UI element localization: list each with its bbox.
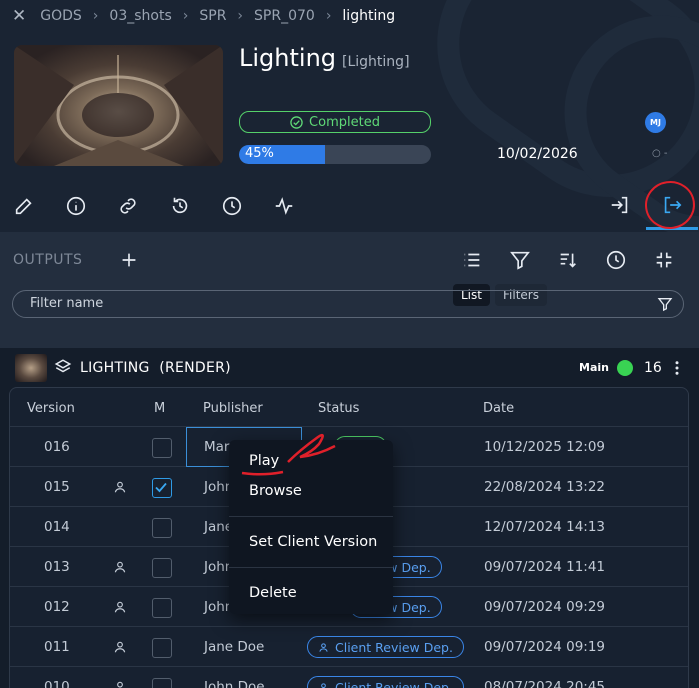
main-version-checkbox[interactable]: [152, 478, 172, 498]
column-header-date[interactable]: Date: [483, 401, 514, 416]
status-label: Client Review Dep.: [335, 680, 453, 688]
clock-icon[interactable]: [605, 249, 627, 271]
user-icon: [113, 600, 127, 614]
logout-icon[interactable]: [661, 194, 683, 216]
menu-item-set-client-version[interactable]: Set Client Version: [249, 534, 377, 550]
chevron-right-icon: ›: [237, 8, 243, 24]
due-date: 10/02/2026: [497, 146, 578, 162]
menu-divider: [229, 516, 393, 517]
breadcrumb-item[interactable]: 03_shots: [109, 8, 171, 24]
date-cell: 08/07/2024 20:45: [484, 679, 605, 688]
task-thumbnail[interactable]: [14, 45, 223, 166]
column-header-version[interactable]: Version: [27, 401, 75, 416]
user-icon: [113, 640, 127, 654]
status-label: Client Review Dep.: [335, 640, 453, 655]
context-menu: Play Browse Set Client Version Delete: [229, 440, 393, 614]
column-header-status[interactable]: Status: [318, 401, 359, 416]
status-badge[interactable]: Completed: [239, 111, 431, 133]
column-header-m[interactable]: M: [154, 401, 165, 416]
layers-icon: [54, 358, 72, 376]
collapse-icon[interactable]: [653, 249, 675, 271]
user-icon: [113, 480, 127, 494]
publisher-cell: Jane Doe: [204, 639, 264, 655]
version-cell: 014: [44, 519, 70, 535]
user-icon: [113, 680, 127, 688]
section-thumbnail: [15, 354, 47, 382]
more-vertical-icon[interactable]: [668, 359, 686, 377]
progress-label: 45%: [245, 146, 274, 161]
main-version-checkbox[interactable]: [152, 438, 172, 458]
edit-icon[interactable]: [13, 195, 35, 217]
status-label: Completed: [309, 115, 380, 130]
info-icon[interactable]: [65, 195, 87, 217]
clock-icon[interactable]: [221, 195, 243, 217]
main-version-checkbox[interactable]: [152, 558, 172, 578]
main-version-checkbox[interactable]: [152, 638, 172, 658]
date-cell: 12/07/2024 14:13: [484, 519, 605, 535]
outputs-label: OUTPUTS: [13, 252, 82, 268]
date-cell: 09/07/2024 11:41: [484, 559, 605, 575]
section-title: LIGHTING (RENDER): [80, 360, 231, 376]
user-icon: [113, 560, 127, 574]
breadcrumb: ✕ GODS › 03_shots › SPR › SPR_070 › lighting: [12, 0, 395, 32]
version-cell: 015: [44, 479, 70, 495]
filter-icon[interactable]: [509, 249, 531, 271]
login-icon[interactable]: [609, 194, 631, 216]
breadcrumb-current: lighting: [342, 8, 395, 24]
breadcrumb-item[interactable]: GODS: [40, 8, 82, 24]
version-cell: 012: [44, 599, 70, 615]
main-version-checkbox[interactable]: [152, 678, 172, 688]
output-count: 16: [644, 360, 662, 376]
progress-bar: 45%: [239, 145, 431, 164]
chevron-right-icon: ›: [93, 8, 99, 24]
filter-name-input[interactable]: Filter name: [12, 290, 684, 318]
menu-item-delete[interactable]: Delete: [249, 585, 297, 601]
chevron-right-icon: ›: [326, 8, 332, 24]
version-cell: 011: [44, 639, 70, 655]
chevron-right-icon: ›: [183, 8, 189, 24]
menu-item-browse[interactable]: Browse: [249, 483, 302, 499]
main-version-checkbox[interactable]: [152, 598, 172, 618]
extra-indicator: ○ -: [652, 148, 668, 159]
check-circle-icon: [290, 116, 303, 129]
task-header: ✕ GODS › 03_shots › SPR › SPR_070 › lighting…: [0, 0, 699, 232]
activity-icon[interactable]: [273, 195, 295, 217]
version-cell: 016: [44, 439, 70, 455]
date-cell: 09/07/2024 09:19: [484, 639, 605, 655]
menu-item-play[interactable]: Play: [249, 453, 279, 469]
task-subtitle: [Lighting]: [342, 54, 410, 70]
date-cell: 10/12/2025 12:09: [484, 439, 605, 455]
check-icon: [153, 479, 171, 495]
task-title: Lighting: [239, 44, 336, 72]
status-dot: [617, 360, 633, 376]
table-row[interactable]: 011 Jane Doe Client Review Dep. 09/07/2024 …: [10, 626, 688, 667]
avatar[interactable]: MJ: [645, 112, 666, 133]
filter-icon[interactable]: [657, 296, 673, 312]
list-icon[interactable]: [461, 249, 483, 271]
date-cell: 22/08/2024 13:22: [484, 479, 605, 495]
status-badge[interactable]: Client Review Dep.: [307, 636, 464, 658]
add-icon[interactable]: [118, 249, 140, 271]
page-title: Lighting [Lighting]: [239, 44, 410, 72]
main-version-checkbox[interactable]: [152, 518, 172, 538]
menu-divider: [229, 567, 393, 568]
extra-indicator-text: -: [664, 148, 668, 159]
breadcrumb-item[interactable]: SPR: [199, 8, 226, 24]
version-type-label: Main: [579, 361, 609, 374]
publisher-cell: John Doe: [204, 679, 265, 688]
active-tab-indicator: [646, 227, 698, 230]
close-icon[interactable]: ✕: [12, 6, 26, 26]
version-cell: 010: [44, 679, 70, 688]
link-icon[interactable]: [117, 195, 139, 217]
breadcrumb-item[interactable]: SPR_070: [254, 8, 315, 24]
history-rollback-icon[interactable]: [169, 195, 191, 217]
column-header-publisher[interactable]: Publisher: [203, 401, 263, 416]
user-icon: [318, 642, 329, 653]
filter-placeholder: Filter name: [30, 296, 103, 311]
version-cell: 013: [44, 559, 70, 575]
status-badge[interactable]: Client Review Dep.: [307, 676, 464, 688]
sort-icon[interactable]: [557, 249, 579, 271]
date-cell: 09/07/2024 09:29: [484, 599, 605, 615]
